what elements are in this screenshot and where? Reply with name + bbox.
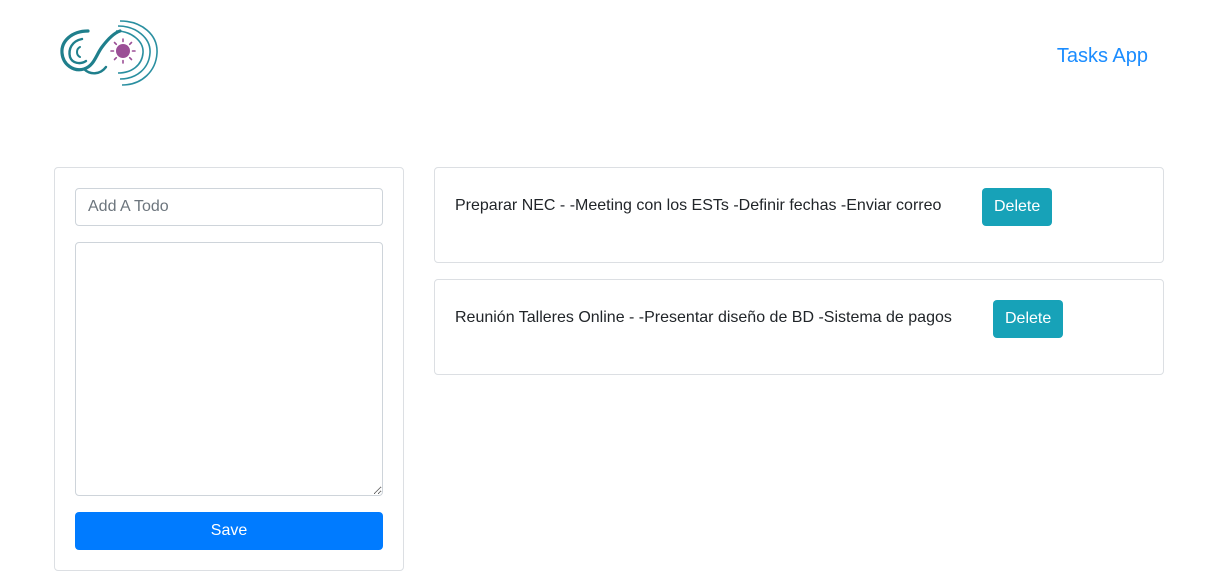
todo-title-input[interactable] — [75, 188, 383, 226]
todo-form-card: Save — [54, 167, 404, 571]
delete-button[interactable]: Delete — [993, 300, 1064, 338]
todo-text: Reunión Talleres Online - -Presentar dis… — [455, 309, 952, 326]
todo-card: Reunión Talleres Online - -Presentar dis… — [434, 279, 1164, 375]
brand-link[interactable]: Tasks App — [1057, 45, 1148, 68]
todo-description-textarea[interactable] — [75, 242, 383, 496]
navbar: Tasks App — [0, 0, 1205, 110]
todo-text: Preparar NEC - -Meeting con los ESTs -De… — [455, 197, 942, 214]
todo-card: Preparar NEC - -Meeting con los ESTs -De… — [434, 167, 1164, 263]
save-button[interactable]: Save — [75, 512, 383, 550]
delete-button[interactable]: Delete — [982, 188, 1053, 226]
spiral-sun-logo-icon[interactable] — [58, 17, 160, 87]
